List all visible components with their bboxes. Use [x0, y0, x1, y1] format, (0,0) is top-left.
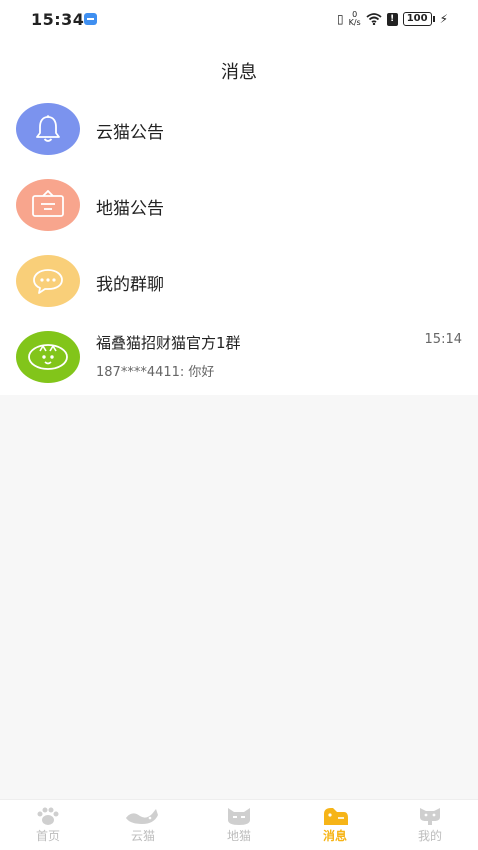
network-speed-unit: K/s: [348, 18, 361, 27]
tab-label: 我的: [417, 829, 442, 843]
bottom-tab-bar: 首页 云猫 地猫 消息 我的: [0, 799, 478, 850]
cat-profile-icon: [420, 808, 440, 825]
network-speed: 0 K/s: [349, 11, 361, 27]
my-group-chats-row[interactable]: 我的群聊: [0, 243, 478, 319]
wifi-icon: [366, 13, 382, 25]
tab-land-cat[interactable]: 地猫: [191, 800, 287, 850]
cloud-cat-announcement-row[interactable]: 云猫公告: [0, 91, 478, 167]
cat-tail-icon: [126, 809, 158, 824]
cat-face-icon: [228, 808, 250, 825]
tab-label: 地猫: [226, 829, 251, 843]
charging-icon: ⚡: [439, 12, 448, 26]
status-bar: 15:34 ▯ 0 K/s ! 100 ⚡: [0, 0, 478, 40]
tab-label: 首页: [35, 829, 60, 843]
vibrate-icon: ▯: [336, 12, 344, 26]
row-label: 我的群聊: [96, 275, 164, 295]
tab-profile[interactable]: 我的: [382, 800, 478, 850]
group-avatar-icon: [16, 331, 80, 383]
chat-time: 15:14: [424, 332, 462, 347]
tab-cloud-cat[interactable]: 云猫: [95, 800, 191, 850]
chat-name: 福叠猫招财猫官方1群: [96, 334, 241, 352]
land-cat-announcement-row[interactable]: 地猫公告: [0, 167, 478, 243]
notification-icon: [84, 13, 97, 25]
sim-alert-icon: !: [386, 12, 398, 26]
row-label: 地猫公告: [96, 199, 164, 219]
status-time: 15:34: [31, 10, 85, 29]
status-indicators: ▯ 0 K/s ! 100 ⚡: [337, 11, 448, 27]
tab-label: 云猫: [130, 829, 155, 843]
tab-home[interactable]: 首页: [0, 800, 96, 850]
row-label: 云猫公告: [96, 123, 164, 143]
battery-indicator: 100: [402, 12, 435, 26]
tab-label: 消息: [322, 829, 347, 843]
tab-messages[interactable]: 消息: [287, 800, 383, 850]
message-cat-icon: [324, 808, 348, 825]
chat-bubble-icon: [16, 255, 80, 307]
bell-icon: [16, 103, 80, 155]
paw-icon: [37, 807, 59, 825]
notice-board-icon: [16, 179, 80, 231]
page-title: 消息: [221, 62, 257, 83]
chat-preview: 187****4411: 你好: [96, 365, 215, 380]
